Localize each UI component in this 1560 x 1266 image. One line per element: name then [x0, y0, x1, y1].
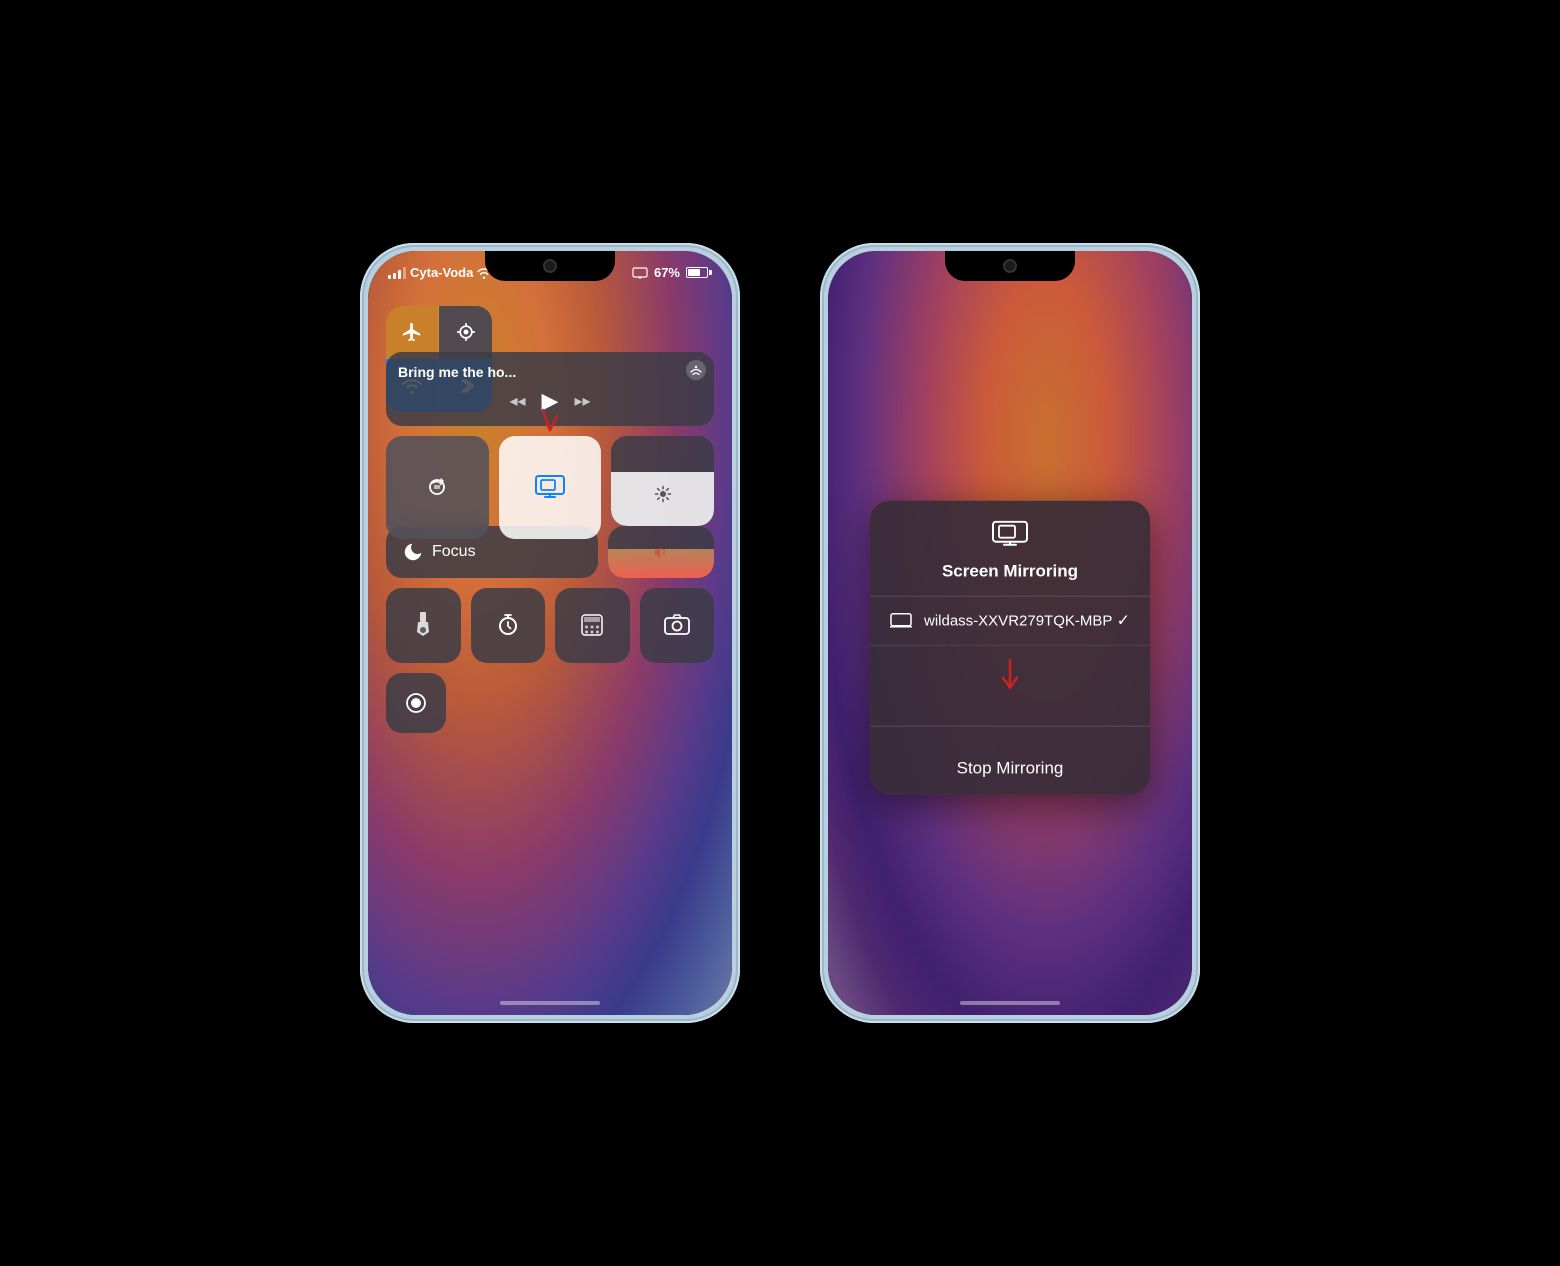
home-indicator-right	[960, 1001, 1060, 1005]
camera-icon	[664, 614, 690, 636]
timer-button[interactable]	[471, 588, 546, 663]
device-info: wildass-XXVR279TQK-MBP	[890, 612, 1112, 629]
home-indicator-left	[500, 1001, 600, 1005]
play-button[interactable]: ▶	[542, 388, 559, 414]
screen-mirroring-popup[interactable]: Screen Mirroring wildass-XXVR279TQK-MBP …	[870, 501, 1150, 795]
stop-mirroring-button[interactable]: Stop Mirroring	[870, 727, 1150, 795]
popup-title: Screen Mirroring	[942, 562, 1078, 582]
device-checkmark: ✓	[1117, 611, 1130, 631]
screen-mirroring-status-icon	[632, 267, 648, 279]
orientation-lock-button[interactable]	[386, 436, 489, 539]
laptop-icon	[890, 613, 912, 629]
popup-header: Screen Mirroring	[870, 501, 1150, 596]
notch-right	[945, 251, 1075, 281]
record-row	[386, 673, 714, 733]
prev-track-icon[interactable]: ◂◂	[509, 391, 525, 411]
battery-percent: 67%	[654, 265, 680, 280]
calculator-icon	[581, 614, 603, 636]
front-camera-right	[1003, 259, 1017, 273]
phone-right: Screen Mirroring wildass-XXVR279TQK-MBP …	[820, 243, 1200, 1023]
volume-slider[interactable]	[608, 526, 714, 578]
screen-record-button[interactable]	[386, 673, 446, 733]
front-camera-left	[543, 259, 557, 273]
screen-mirror-button[interactable]	[499, 436, 602, 539]
music-controls: ◂◂ ▶ ▸▸	[398, 380, 702, 414]
focus-label: Focus	[432, 543, 476, 561]
stop-mirroring-label: Stop Mirroring	[957, 743, 1064, 779]
quick-actions-row	[386, 588, 714, 663]
calculator-button[interactable]	[555, 588, 630, 663]
flashlight-button[interactable]	[386, 588, 461, 663]
airplay-badge	[686, 360, 706, 380]
carrier-name: Cyta-Voda	[410, 265, 473, 280]
orientation-lock-icon	[425, 475, 449, 499]
timer-icon	[496, 613, 520, 637]
airplane-icon	[401, 321, 423, 343]
device-item[interactable]: wildass-XXVR279TQK-MBP ✓	[870, 597, 1150, 646]
music-title: Bring me the ho...	[398, 364, 702, 380]
popup-screen-mirror-icon	[992, 521, 1028, 554]
next-track-icon[interactable]: ▸▸	[574, 391, 590, 411]
brightness-icon	[654, 485, 672, 503]
stop-mirroring-section	[870, 646, 1150, 726]
camera-button[interactable]	[640, 588, 715, 663]
arrow-indicator-right	[996, 656, 1024, 701]
moon-icon	[402, 541, 424, 563]
screen-mirror-icon	[535, 475, 565, 499]
control-center: Bring me the ho... ◂◂ ▶ ▸▸	[386, 306, 714, 733]
brightness-slider[interactable]	[611, 436, 714, 526]
signal-bars	[388, 267, 406, 279]
notch-left	[485, 251, 615, 281]
flashlight-icon	[415, 612, 431, 638]
phone-left: Cyta-Voda 67%	[360, 243, 740, 1023]
volume-icon	[653, 545, 669, 559]
mirror-icon-large	[992, 521, 1028, 549]
cellular-icon	[456, 322, 476, 342]
record-icon	[405, 692, 427, 714]
battery-icon	[686, 267, 712, 278]
device-name: wildass-XXVR279TQK-MBP	[924, 612, 1112, 629]
music-tile[interactable]: Bring me the ho... ◂◂ ▶ ▸▸	[386, 352, 714, 426]
